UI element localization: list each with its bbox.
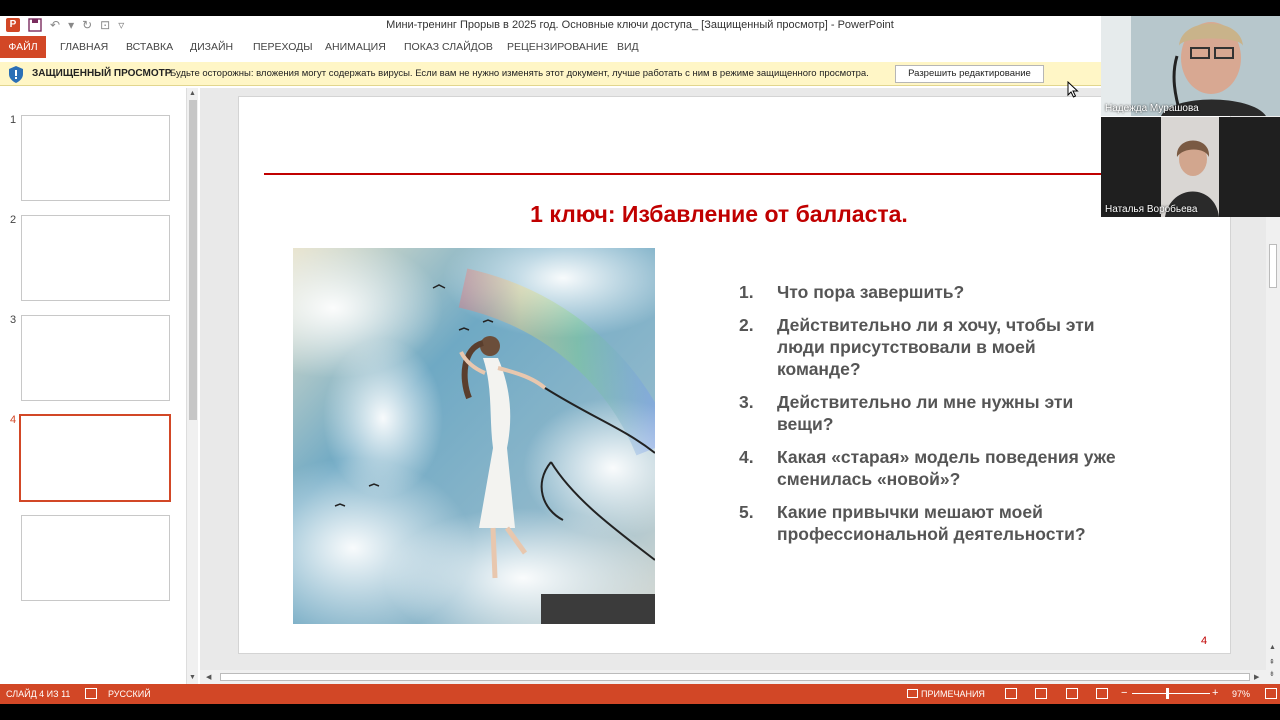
slideshow-view-icon[interactable] [1096,688,1108,699]
zoom-in-icon[interactable]: + [1212,687,1218,699]
ribbon-tabs: ФАЙЛ ГЛАВНАЯ ВСТАВКА ДИЗАЙН ПЕРЕХОДЫ АНИ… [0,36,1280,58]
spellcheck-icon[interactable] [85,688,97,699]
list-text: Какая «старая» модель поведения уже смен… [777,447,1116,489]
tab-transitions[interactable]: ПЕРЕХОДЫ [253,36,313,58]
participant-name: Наталья Воробьева [1105,204,1198,215]
list-item: 5. Какие привычки мешают моей профессион… [739,501,1119,545]
thumbnail-number: 4 [10,414,17,426]
zoom-slider-handle[interactable] [1166,688,1169,699]
list-text: Действительно ли мне нужны эти вещи? [777,392,1074,434]
slide-picture-woman-in-clouds[interactable] [293,248,655,624]
next-slide-icon[interactable]: ⇟ [1269,670,1275,678]
shield-icon [8,66,24,83]
tab-animations[interactable]: АНИМАЦИЯ [325,36,386,58]
scroll-left-icon[interactable]: ◀ [206,673,211,681]
list-number: 4. [739,447,754,467]
slide-thumbnail-4-selected[interactable] [19,414,171,502]
tab-design[interactable]: ДИЗАЙН [190,36,233,58]
title-bar: P ↶ ▾ ↻ ⊡ ▿ Мини-тренинг Прорыв в 2025 г… [0,16,1280,36]
tab-home[interactable]: ГЛАВНАЯ [60,36,108,58]
slide-sorter-icon[interactable] [1035,688,1047,699]
protected-view-message: Будьте осторожны: вложения могут содержа… [170,68,869,79]
scroll-right-icon[interactable]: ▶ [1254,673,1259,681]
scrollbar-thumb[interactable] [1269,244,1277,288]
slide-thumbnail-1[interactable] [21,115,170,201]
list-text: Какие привычки мешают моей профессиональ… [777,502,1086,544]
participant-name: Надежда Мурашова [1105,103,1199,114]
zoom-level[interactable]: 97% [1232,689,1250,699]
mouse-cursor-icon [1067,81,1079,98]
list-number: 5. [739,502,754,522]
list-item: 1. Что пора завершить? [739,281,1119,303]
enable-editing-button[interactable]: Разрешить редактирование [895,65,1044,83]
thumbnail-number: 2 [10,214,17,226]
prev-slide-icon[interactable]: ⇞ [1269,658,1275,666]
tab-insert[interactable]: ВСТАВКА [126,36,173,58]
reading-view-icon[interactable] [1066,688,1078,699]
tab-review[interactable]: РЕЦЕНЗИРОВАНИЕ [507,36,608,58]
notes-icon [907,689,918,698]
zoom-slider[interactable] [1132,693,1210,694]
scroll-up-icon[interactable]: ▲ [189,90,196,97]
slide-counter: СЛАЙД 4 ИЗ 11 [6,689,71,699]
window-title: Мини-тренинг Прорыв в 2025 год. Основные… [386,19,894,31]
slide-title: 1 ключ: Избавление от балласта. [530,201,908,227]
title-rule [264,173,1232,175]
notes-button[interactable]: ПРИМЕЧАНИЯ [921,689,985,699]
participant-video-icon [1101,117,1280,217]
scroll-up-icon[interactable]: ▲ [1269,644,1276,651]
slide-thumbnail-2[interactable] [21,215,170,301]
list-text: Что пора завершить? [777,282,965,302]
scroll-down-icon[interactable]: ▼ [189,674,196,681]
video-tile-nadezhda[interactable]: Надежда Мурашова [1101,16,1280,116]
status-bar: СЛАЙД 4 ИЗ 11 РУССКИЙ ПРИМЕЧАНИЯ − + 97% [0,684,1280,704]
zoom-out-icon[interactable]: − [1121,687,1127,699]
video-tile-natalya[interactable]: Наталья Воробьева [1101,117,1280,217]
slide-thumbnail-3[interactable] [21,315,170,401]
slide-canvas[interactable]: 1 ключ: Избавление от балласта. 1. Что п… [238,96,1232,654]
scrollbar-thumb[interactable] [220,673,1250,681]
list-text: Действительно ли я хочу, чтобы эти люди … [777,315,1095,379]
slide-thumbnails-panel: 1 2 3 4 ▲ ▼ [0,88,200,684]
list-item: 3. Действительно ли мне нужны эти вещи? [739,391,1119,435]
tab-view[interactable]: ВИД [617,36,639,58]
slide-thumbnail-5[interactable] [21,515,170,601]
list-item: 2. Действительно ли я хочу, чтобы эти лю… [739,314,1119,380]
list-number: 2. [739,315,754,335]
list-item: 4. Какая «старая» модель поведения уже с… [739,446,1119,490]
tab-file[interactable]: ФАЙЛ [0,36,46,58]
list-number: 3. [739,392,754,412]
participant-video-icon [1101,16,1280,116]
slide-page-number: 4 [1201,635,1208,647]
thumbnail-number: 1 [10,114,17,126]
editor-horizontal-scrollbar[interactable]: ◀ ▶ [200,670,1266,684]
thumbnails-scrollbar[interactable]: ▲ ▼ [186,88,198,684]
fit-to-window-icon[interactable] [1265,688,1277,699]
scrollbar-thumb[interactable] [189,100,197,420]
language-indicator[interactable]: РУССКИЙ [108,689,151,699]
protected-view-title: ЗАЩИЩЕННЫЙ ПРОСМОТР [32,68,172,79]
tab-slideshow[interactable]: ПОКАЗ СЛАЙДОВ [404,36,493,58]
normal-view-icon[interactable] [1005,688,1017,699]
protected-view-bar: ЗАЩИЩЕННЫЙ ПРОСМОТР Будьте осторожны: вл… [0,62,1280,86]
thumbnail-number: 3 [10,314,17,326]
list-number: 1. [739,282,754,302]
powerpoint-window: P ↶ ▾ ↻ ⊡ ▿ Мини-тренинг Прорыв в 2025 г… [0,16,1280,704]
questions-list: 1. Что пора завершить? 2. Действительно … [739,281,1119,556]
